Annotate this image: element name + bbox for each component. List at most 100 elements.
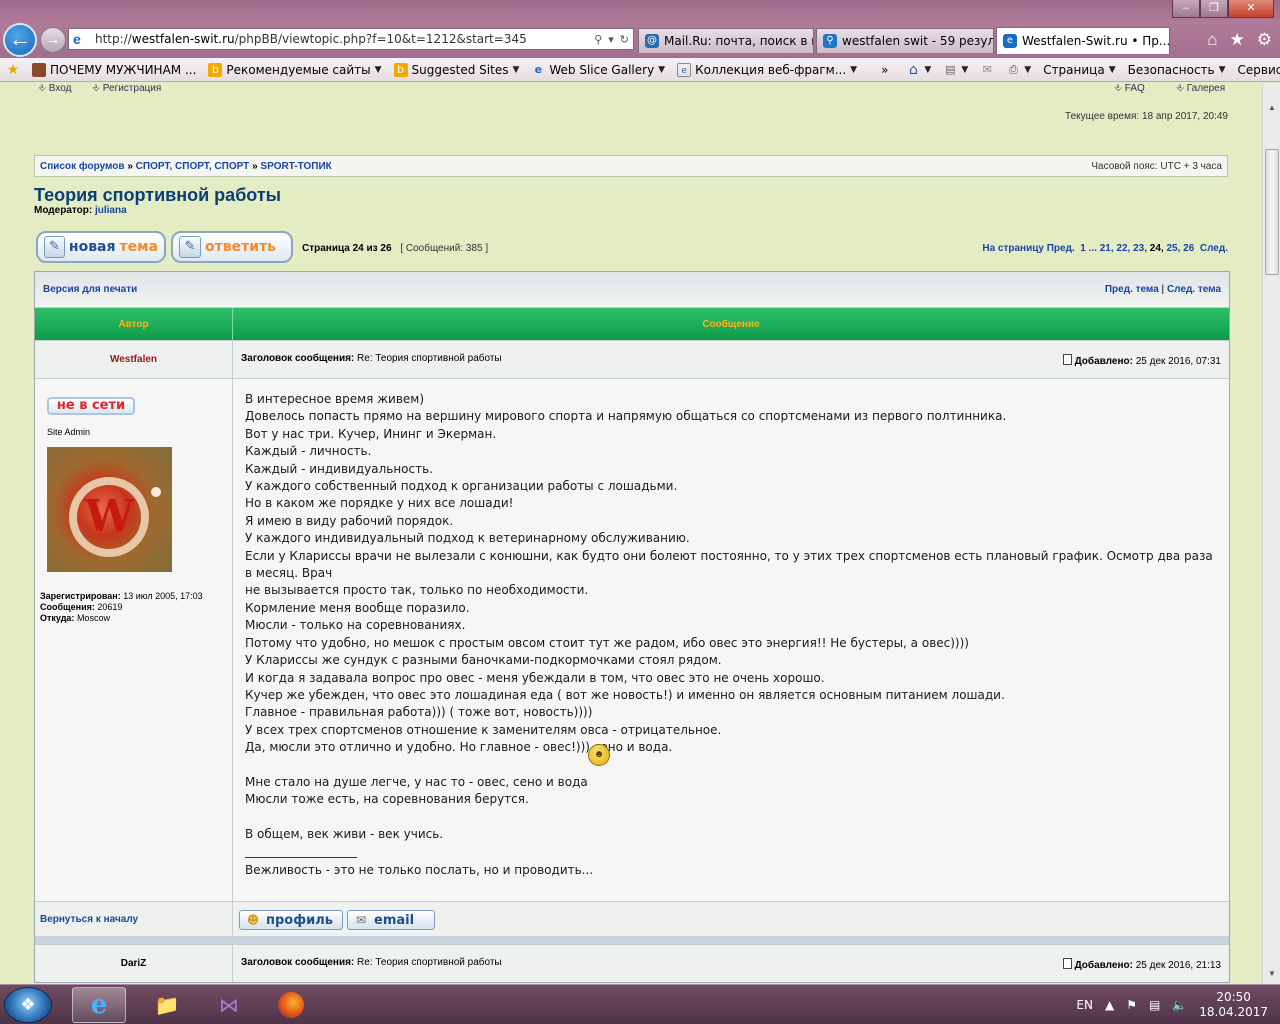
tools-menu[interactable]: Сервис▼ (1232, 63, 1280, 77)
post-text: В интересное время живем) Довелось попаст… (245, 391, 1215, 844)
pagination-page[interactable]: 21, (1100, 243, 1114, 254)
scroll-up-icon[interactable]: ▲ (1264, 99, 1280, 116)
page-label: Страница (302, 243, 350, 254)
mail-command[interactable]: ✉ (974, 63, 1000, 77)
favorite-item-4[interactable]: e Коллекция веб-фрагм... ▼ (671, 62, 863, 77)
post-line: Если у Клариссы врачи не вылезали с коню… (245, 548, 1213, 581)
safety-menu[interactable]: Безопасность ▼ (1122, 63, 1232, 77)
scroll-down-icon[interactable]: ▼ (1264, 965, 1280, 982)
gallery-link[interactable]: ⎀ Галерея (1176, 83, 1225, 94)
moderator-link[interactable]: juliana (95, 205, 127, 216)
breadcrumb-forum-index[interactable]: Список форумов (40, 161, 125, 172)
next-topic-link[interactable]: След. тема (1167, 284, 1221, 295)
post-author[interactable]: DariZ (121, 958, 147, 969)
tray-expand-icon[interactable]: ▲ (1105, 998, 1114, 1012)
breadcrumb-sport-topic[interactable]: SPORT-ТОПИК (260, 161, 331, 172)
home-command[interactable]: ⌂ ▼ (900, 63, 937, 77)
address-bar[interactable]: e http://westfalen-swit.ru/phpBB/viewtop… (68, 28, 634, 50)
chevron-down-icon: ▼ (1218, 64, 1226, 75)
post-footer-row: Вернуться к началу ☻ профиль ✉ email (35, 901, 1229, 936)
register-link[interactable]: ⎀ Регистрация (92, 83, 161, 94)
maximize-button[interactable]: ❐ (1200, 0, 1228, 18)
favorite-item-1[interactable]: b Рекомендуемые сайты ▼ (202, 62, 387, 77)
taskbar-ie[interactable]: e (72, 987, 126, 1023)
scrollbar-thumb[interactable] (1265, 149, 1279, 275)
feeds-command[interactable]: ▤ ▼ (937, 63, 974, 77)
favorite-item-2[interactable]: b Suggested Sites ▼ (388, 62, 526, 77)
minimize-button[interactable]: – (1172, 0, 1200, 18)
topic-separator: | (1161, 284, 1165, 295)
taskbar-visual-studio[interactable]: ⋈ (202, 987, 256, 1023)
url-host: westfalen-swit.ru (131, 32, 235, 46)
post-date: Добавлено: 25 дек 2016, 21:13 (1062, 958, 1221, 971)
favorite-item-0[interactable]: ПОЧЕМУ МУЖЧИНАМ ... (26, 62, 202, 77)
dropdown-icon[interactable]: ▾ (608, 33, 614, 46)
favorites-star-add[interactable]: ★ (0, 63, 26, 77)
tab-label: Westfalen-Swit.ru • Пр... (1022, 34, 1170, 48)
moderator-line: Модератор: juliana (34, 205, 127, 216)
refresh-icon[interactable]: ↻ (620, 33, 629, 46)
chevron-down-icon: ▼ (850, 64, 858, 75)
network-icon[interactable]: ▤ (1149, 998, 1160, 1012)
more-favorites[interactable]: » (875, 63, 894, 77)
post-author[interactable]: Westfalen (110, 354, 157, 365)
reply-button[interactable]: ✎ ответить (171, 231, 293, 263)
taskbar-firefox[interactable] (264, 987, 318, 1023)
print-version-link[interactable]: Версия для печати (43, 284, 137, 295)
url-text[interactable]: http://westfalen-swit.ru/phpBB/viewtopic… (95, 32, 594, 46)
post-link-icon[interactable] (1062, 354, 1072, 365)
avatar: W (47, 447, 172, 572)
settings-gear-icon[interactable]: ⚙ (1257, 30, 1272, 50)
faq-link[interactable]: ⎀ FAQ (1114, 83, 1145, 94)
breadcrumb-sport-category[interactable]: СПОРТ, СПОРТ, СПОРТ (136, 161, 250, 172)
language-indicator[interactable]: EN (1076, 998, 1093, 1012)
clock-date: 18.04.2017 (1199, 1005, 1268, 1019)
prev-topic-link[interactable]: Пред. тема (1105, 284, 1159, 295)
pagination-page[interactable]: 23, (1133, 243, 1147, 254)
new-topic-button[interactable]: ✎ новая тема (36, 231, 166, 263)
pagination-page[interactable]: 25, (1166, 243, 1180, 254)
login-label: Вход (48, 83, 72, 94)
pagination-label: На страницу (982, 243, 1044, 254)
pagination-prev[interactable]: Пред. (1047, 243, 1075, 254)
email-button[interactable]: ✉ email (347, 910, 435, 930)
search-icon[interactable]: ⚲ (594, 33, 602, 46)
page-title[interactable]: Теория спортивной работы (34, 185, 281, 206)
url-path: /phpBB/viewtopic.php?f=10&t=1212&start=3… (234, 32, 527, 46)
profile-button[interactable]: ☻ профиль (239, 910, 343, 930)
back-to-top-link[interactable]: Вернуться к началу (40, 914, 138, 925)
tab-search-results[interactable]: ⚲ westfalen swit - 59 резуль... (816, 28, 994, 53)
tab-westfalen-active[interactable]: e Westfalen-Swit.ru • Пр... ✕ (996, 27, 1170, 54)
vertical-scrollbar[interactable]: ▲ ▼ (1262, 83, 1280, 984)
pagination-next[interactable]: След. (1200, 243, 1228, 254)
home-icon[interactable]: ⌂ (1207, 30, 1217, 50)
subject-label: Заголовок сообщения: (241, 353, 355, 364)
forward-button[interactable]: → (40, 27, 66, 53)
menu-label: Страница (1043, 62, 1105, 77)
offline-status-badge: не в сети (47, 397, 135, 415)
start-button[interactable]: ❖ (4, 987, 52, 1023)
favorites-star-icon[interactable]: ★ (1230, 30, 1245, 50)
page-menu[interactable]: Страница ▼ (1037, 63, 1121, 77)
print-command[interactable]: ⎙ ▼ (1000, 63, 1037, 77)
login-link[interactable]: ⎀ Вход (38, 83, 71, 94)
back-button[interactable]: ← (3, 23, 37, 57)
tab-mail-ru[interactable]: @ Mail.Ru: почта, поиск в и... (638, 28, 814, 53)
favorite-item-3[interactable]: e Web Slice Gallery ▼ (525, 63, 671, 77)
rss-icon: ▤ (945, 62, 956, 76)
pagination-page[interactable]: 26 (1183, 243, 1194, 254)
post-line (245, 809, 1215, 826)
post-subject: Заголовок сообщения: Re: Теория спортивн… (241, 353, 502, 364)
visual-studio-icon: ⋈ (219, 994, 239, 1017)
taskbar-explorer[interactable]: 📁 (140, 987, 194, 1023)
close-window-button[interactable]: ✕ (1228, 0, 1274, 18)
post-link-icon[interactable] (1062, 958, 1072, 969)
action-center-flag-icon[interactable]: ⚑ (1126, 998, 1137, 1012)
faq-label: FAQ (1124, 83, 1145, 94)
system-clock[interactable]: 20:50 18.04.2017 (1199, 990, 1268, 1020)
post-line: Вот у нас три. Кучер, Ининг и Экерман. (245, 426, 497, 441)
user-icon: ☻ (246, 913, 260, 927)
volume-icon[interactable]: 🔈 (1172, 998, 1187, 1012)
pagination-page[interactable]: 22, (1116, 243, 1130, 254)
pagination-page[interactable]: 1 (1080, 243, 1086, 254)
